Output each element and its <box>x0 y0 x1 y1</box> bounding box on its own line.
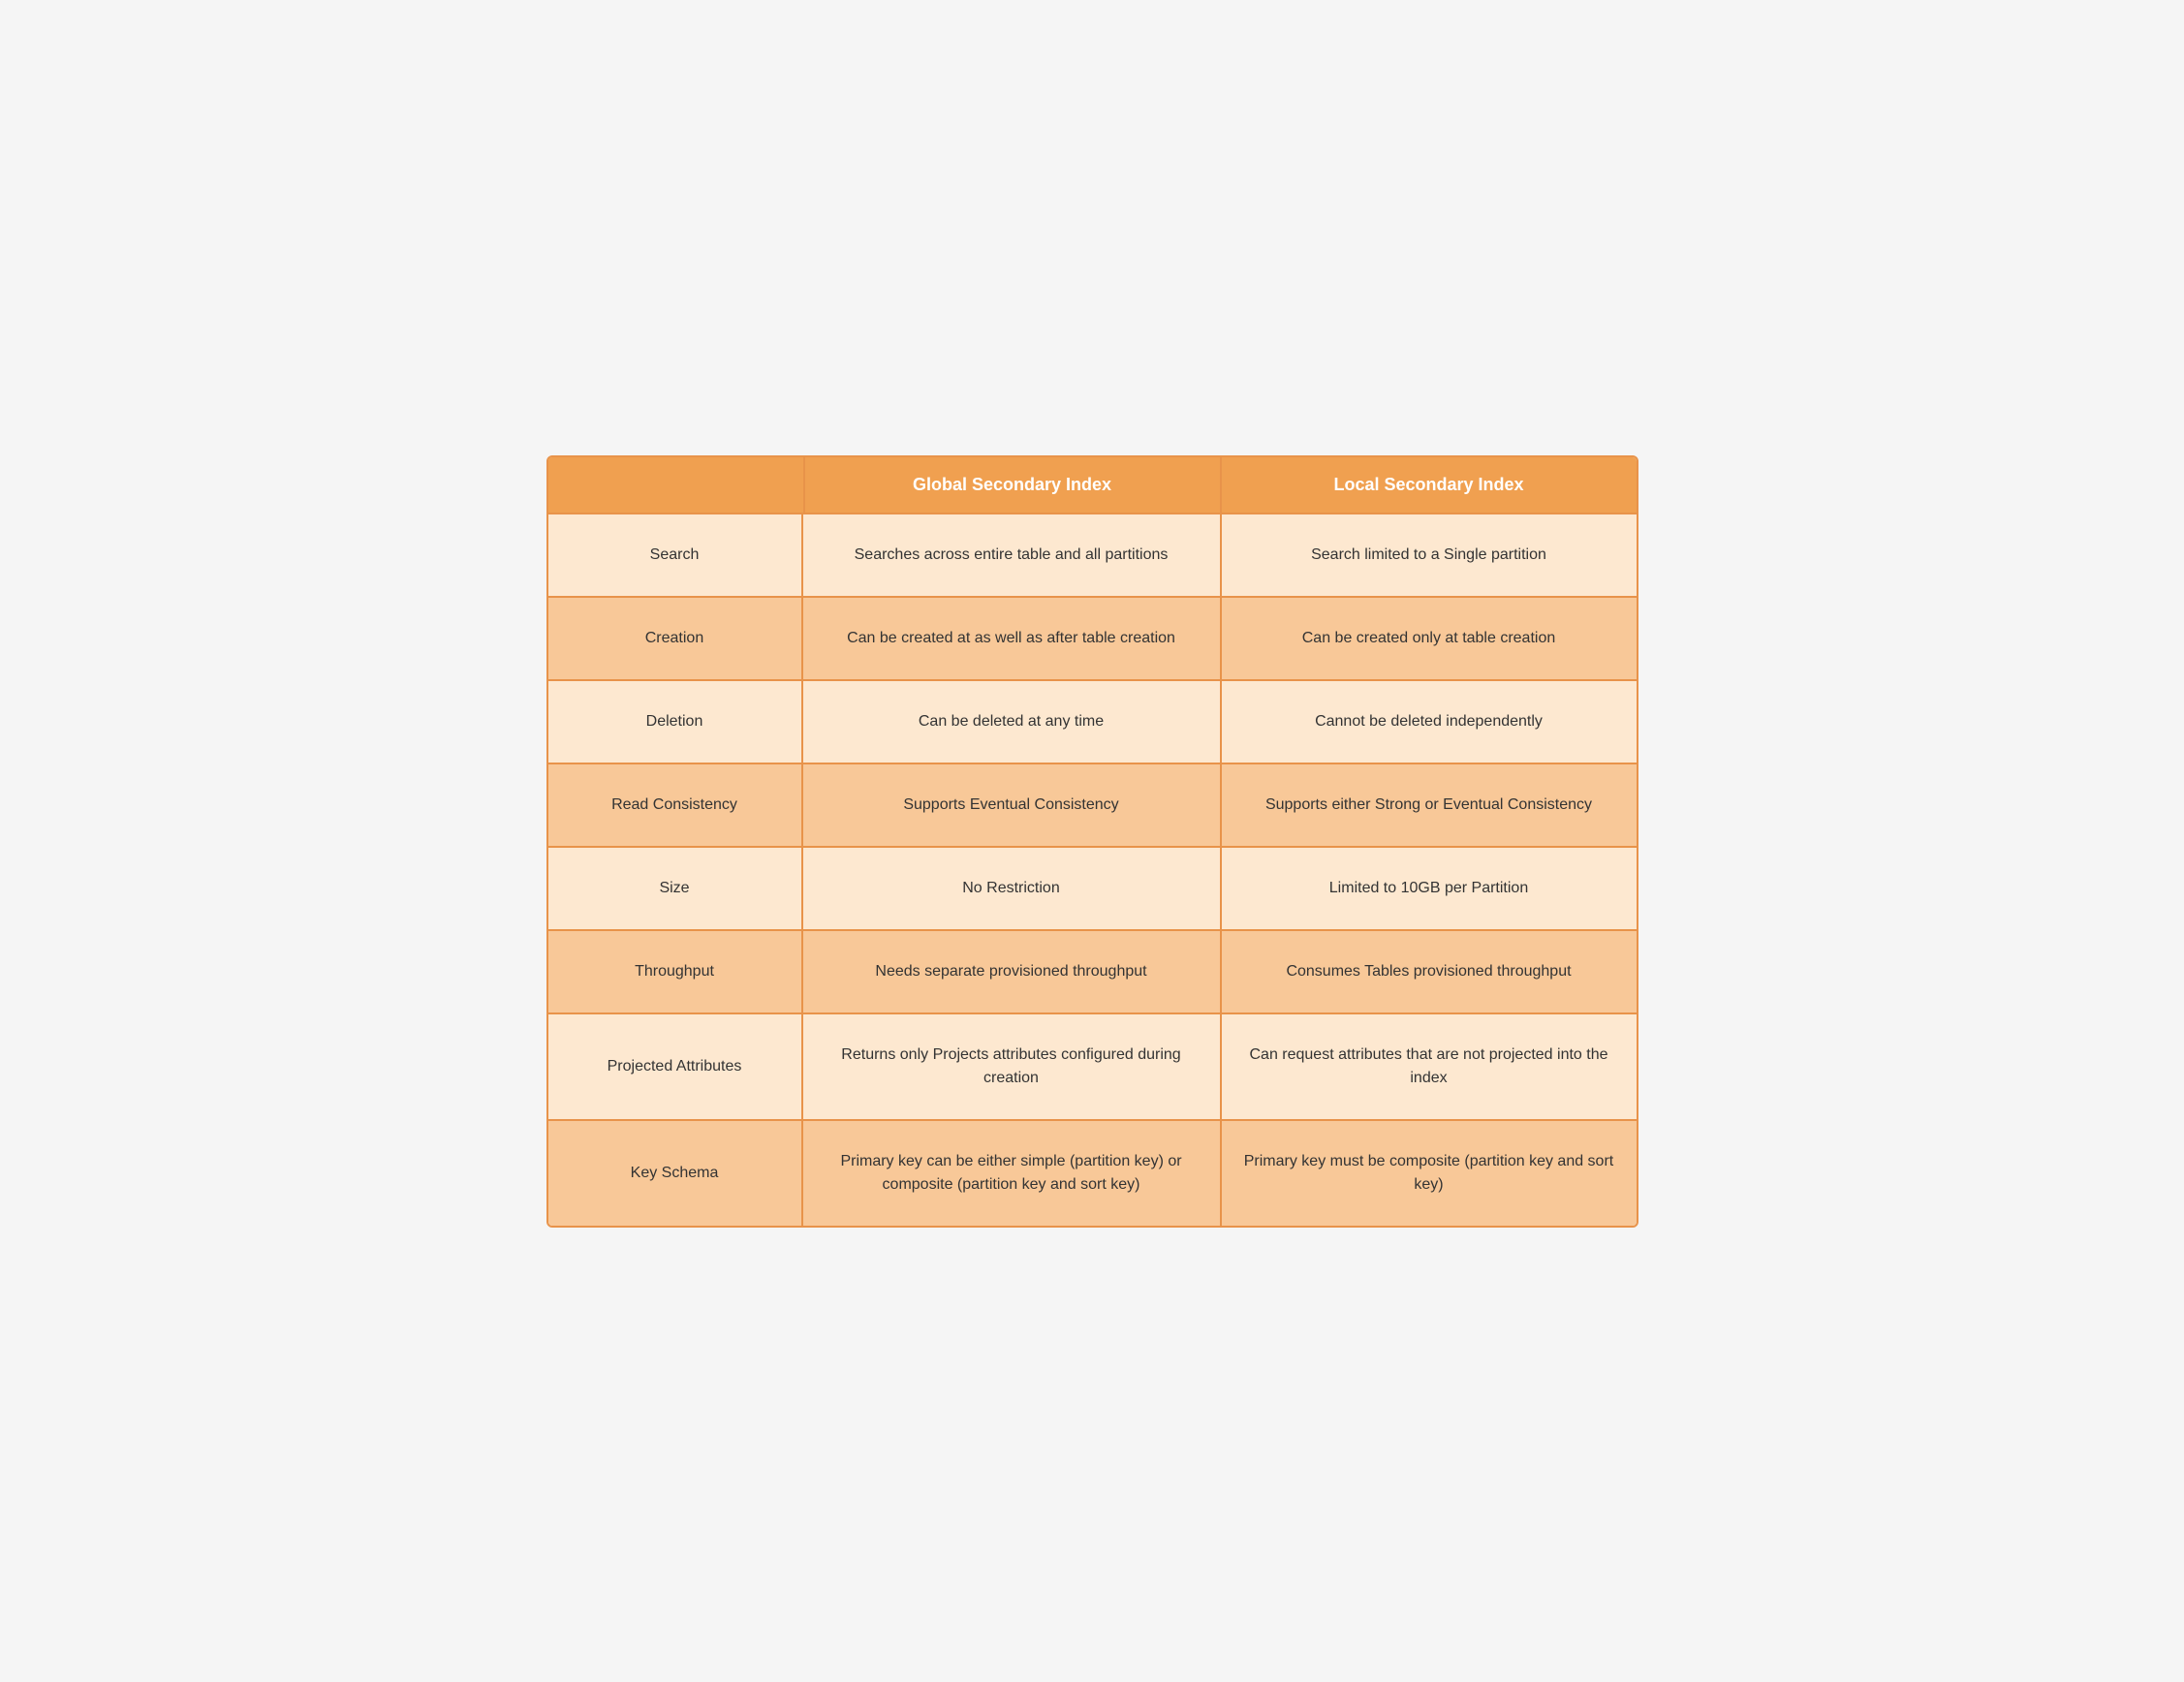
row-lsi-cell: Consumes Tables provisioned throughput <box>1220 931 1637 1012</box>
row-lsi-cell: Primary key must be composite (partition… <box>1220 1121 1637 1226</box>
row-lsi-cell: Can request attributes that are not proj… <box>1220 1014 1637 1119</box>
row-gsi-cell: Returns only Projects attributes configu… <box>803 1014 1220 1119</box>
row-lsi-cell: Supports either Strong or Eventual Consi… <box>1220 764 1637 846</box>
header-lsi: Local Secondary Index <box>1220 457 1637 513</box>
table-row: Projected AttributesReturns only Project… <box>548 1012 1637 1119</box>
row-label: Throughput <box>548 931 803 1012</box>
row-gsi-cell: No Restriction <box>803 848 1220 929</box>
table-row: SearchSearches across entire table and a… <box>548 513 1637 596</box>
header-gsi: Global Secondary Index <box>803 457 1220 513</box>
row-lsi-cell: Limited to 10GB per Partition <box>1220 848 1637 929</box>
row-lsi-cell: Cannot be deleted independently <box>1220 681 1637 763</box>
row-gsi-cell: Can be deleted at any time <box>803 681 1220 763</box>
table-header: Global Secondary Index Local Secondary I… <box>548 457 1637 513</box>
row-label: Read Consistency <box>548 764 803 846</box>
table-row: Key SchemaPrimary key can be either simp… <box>548 1119 1637 1226</box>
row-gsi-cell: Primary key can be either simple (partit… <box>803 1121 1220 1226</box>
row-lsi-cell: Can be created only at table creation <box>1220 598 1637 679</box>
table-row: ThroughputNeeds separate provisioned thr… <box>548 929 1637 1012</box>
row-label: Key Schema <box>548 1121 803 1226</box>
row-lsi-cell: Search limited to a Single partition <box>1220 514 1637 596</box>
row-label: Projected Attributes <box>548 1014 803 1119</box>
header-empty-cell <box>548 457 803 513</box>
comparison-table: Global Secondary Index Local Secondary I… <box>546 455 1638 1228</box>
row-label: Creation <box>548 598 803 679</box>
table-row: DeletionCan be deleted at any timeCannot… <box>548 679 1637 763</box>
table-body: SearchSearches across entire table and a… <box>548 513 1637 1226</box>
row-gsi-cell: Can be created at as well as after table… <box>803 598 1220 679</box>
row-label: Search <box>548 514 803 596</box>
row-label: Size <box>548 848 803 929</box>
table-row: Read ConsistencySupports Eventual Consis… <box>548 763 1637 846</box>
row-gsi-cell: Searches across entire table and all par… <box>803 514 1220 596</box>
row-gsi-cell: Needs separate provisioned throughput <box>803 931 1220 1012</box>
row-label: Deletion <box>548 681 803 763</box>
table-row: CreationCan be created at as well as aft… <box>548 596 1637 679</box>
row-gsi-cell: Supports Eventual Consistency <box>803 764 1220 846</box>
table-row: SizeNo RestrictionLimited to 10GB per Pa… <box>548 846 1637 929</box>
